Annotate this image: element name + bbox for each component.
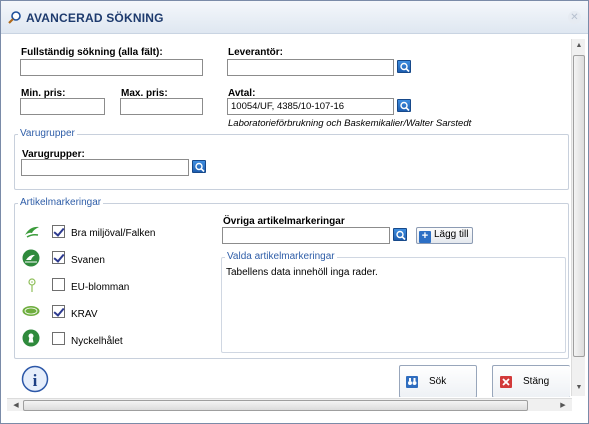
info-icon[interactable]: i	[21, 365, 49, 393]
falken-checkbox[interactable]	[52, 225, 65, 238]
supplier-lookup-button[interactable]	[397, 60, 411, 73]
selected-markings-legend: Valda artikelmarkeringar	[225, 251, 337, 262]
supplier-input[interactable]	[227, 59, 394, 76]
krav-checkbox[interactable]	[52, 305, 65, 318]
search-button[interactable]: Sök	[399, 365, 477, 397]
agreement-description: Laboratorieförbrukning och Baskemikalier…	[228, 118, 472, 129]
agreement-input[interactable]: 10054/UF, 4385/10-107-16	[227, 98, 394, 115]
eu-flower-label: EU-blomman	[71, 282, 130, 293]
selected-markings-empty-text: Tabellens data innehöll inga rader.	[226, 267, 378, 278]
product-groups-legend: Varugrupper	[18, 128, 77, 139]
min-price-input[interactable]	[20, 98, 105, 115]
add-marking-button[interactable]: + Lägg till	[416, 227, 474, 244]
svanen-checkbox[interactable]	[52, 251, 65, 264]
scroll-right-icon[interactable]: ▶	[556, 401, 570, 409]
search-icon	[396, 230, 406, 241]
keyhole-icon	[22, 329, 40, 347]
supplier-label: Leverantör:	[228, 47, 284, 58]
title-bar: AVANCERAD SÖKNING ✕	[1, 1, 588, 34]
search-icon	[195, 162, 205, 173]
dialog-content: Fullständig sökning (alla fält): Leveran…	[1, 35, 570, 397]
search-icon	[8, 11, 21, 24]
max-price-input[interactable]	[120, 98, 203, 115]
scroll-up-icon[interactable]: ▲	[572, 42, 586, 49]
keyhole-label: Nyckelhålet	[71, 336, 123, 347]
close-button[interactable]: Stäng	[492, 365, 570, 397]
krav-label: KRAV	[71, 309, 98, 320]
svanen-label: Svanen	[71, 255, 105, 266]
plus-icon: +	[419, 231, 431, 243]
agreement-lookup-button[interactable]	[397, 99, 411, 112]
falken-label: Bra miljöval/Falken	[71, 228, 156, 239]
vertical-scrollbar[interactable]: ▲ ▼	[571, 39, 585, 396]
svanen-icon	[22, 249, 40, 267]
stop-icon	[500, 376, 512, 388]
full-search-input[interactable]	[20, 59, 203, 76]
other-markings-label: Övriga artikelmarkeringar	[223, 216, 345, 227]
svg-text:i: i	[33, 371, 38, 390]
keyhole-checkbox[interactable]	[52, 332, 65, 345]
scroll-down-icon[interactable]: ▼	[572, 384, 586, 391]
scroll-left-icon[interactable]: ◀	[9, 401, 23, 409]
eu-flower-icon	[28, 278, 36, 292]
dialog-title: AVANCERAD SÖKNING	[26, 11, 164, 25]
close-button-label: Stäng	[523, 376, 550, 387]
eu-flower-checkbox[interactable]	[52, 278, 65, 291]
product-groups-lookup-button[interactable]	[192, 160, 206, 173]
add-marking-label: Lägg till	[434, 229, 469, 240]
search-button-label: Sök	[429, 376, 447, 387]
search-icon	[400, 62, 410, 73]
binoculars-icon	[406, 376, 418, 388]
search-icon	[400, 101, 410, 112]
full-search-label: Fullständig sökning (alla fält):	[21, 47, 163, 58]
markings-legend: Artikelmarkeringar	[18, 197, 104, 208]
other-markings-lookup-button[interactable]	[393, 228, 407, 241]
close-icon[interactable]: ✕	[568, 11, 581, 24]
advanced-search-dialog: AVANCERAD SÖKNING ✕ Fullständig sökning …	[0, 0, 589, 424]
other-markings-input[interactable]	[222, 227, 390, 244]
krav-icon	[22, 306, 40, 316]
product-groups-input[interactable]	[21, 159, 189, 176]
vertical-scroll-thumb[interactable]	[573, 55, 585, 357]
horizontal-scroll-thumb[interactable]	[23, 400, 528, 411]
falken-icon	[25, 226, 39, 238]
horizontal-scrollbar[interactable]: ◀ ▶	[7, 398, 572, 411]
